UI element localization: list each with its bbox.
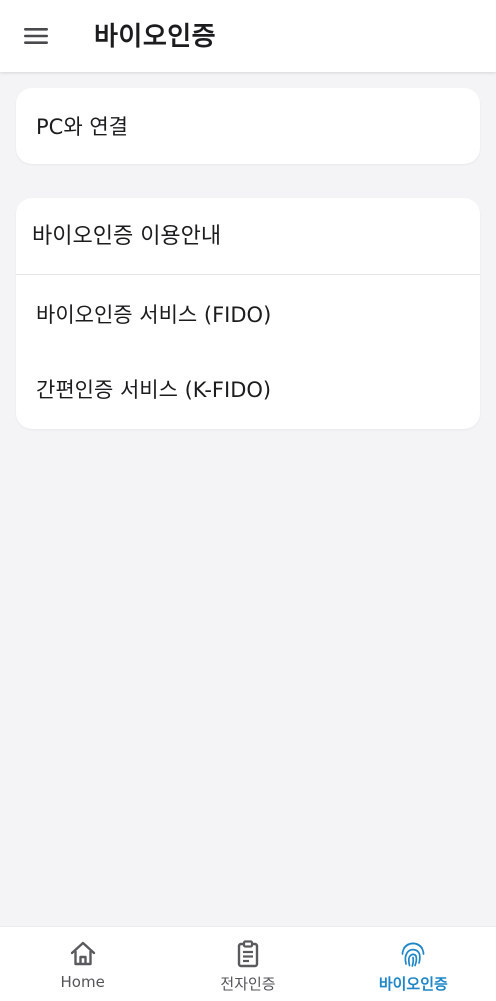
page-title: 바이오인증 [94,22,217,52]
guide-item-fido[interactable]: 바이오인증 서비스 (FIDO) [16,275,480,352]
guide-card-title: 바이오인증 이용안내 [16,198,480,275]
nav-tab-e-cert[interactable]: 전자인증 [165,927,330,1001]
nav-tab-bio-auth[interactable]: 바이오인증 [331,927,496,1001]
pc-connect-card: PC와 연결 [16,88,480,164]
app-bar: 바이오인증 [0,0,496,72]
bottom-navigation: Home 전자인증 바이오인증 [0,926,496,1001]
menu-button[interactable] [16,20,56,52]
bio-auth-guide-card: 바이오인증 이용안내 바이오인증 서비스 (FIDO) 간편인증 서비스 (K-… [16,198,480,429]
nav-label-e-cert: 전자인증 [220,975,276,993]
fingerprint-icon [401,942,425,967]
nav-label-bio-auth: 바이오인증 [378,975,448,993]
nav-label-home: Home [60,973,105,991]
clipboard-icon [237,940,259,968]
guide-item-k-fido[interactable]: 간편인증 서비스 (K-FIDO) [16,352,480,429]
home-icon [70,941,95,966]
hamburger-menu-icon [24,28,48,44]
pc-connect-item[interactable]: PC와 연결 [16,88,480,164]
nav-tab-home[interactable]: Home [0,927,165,1001]
